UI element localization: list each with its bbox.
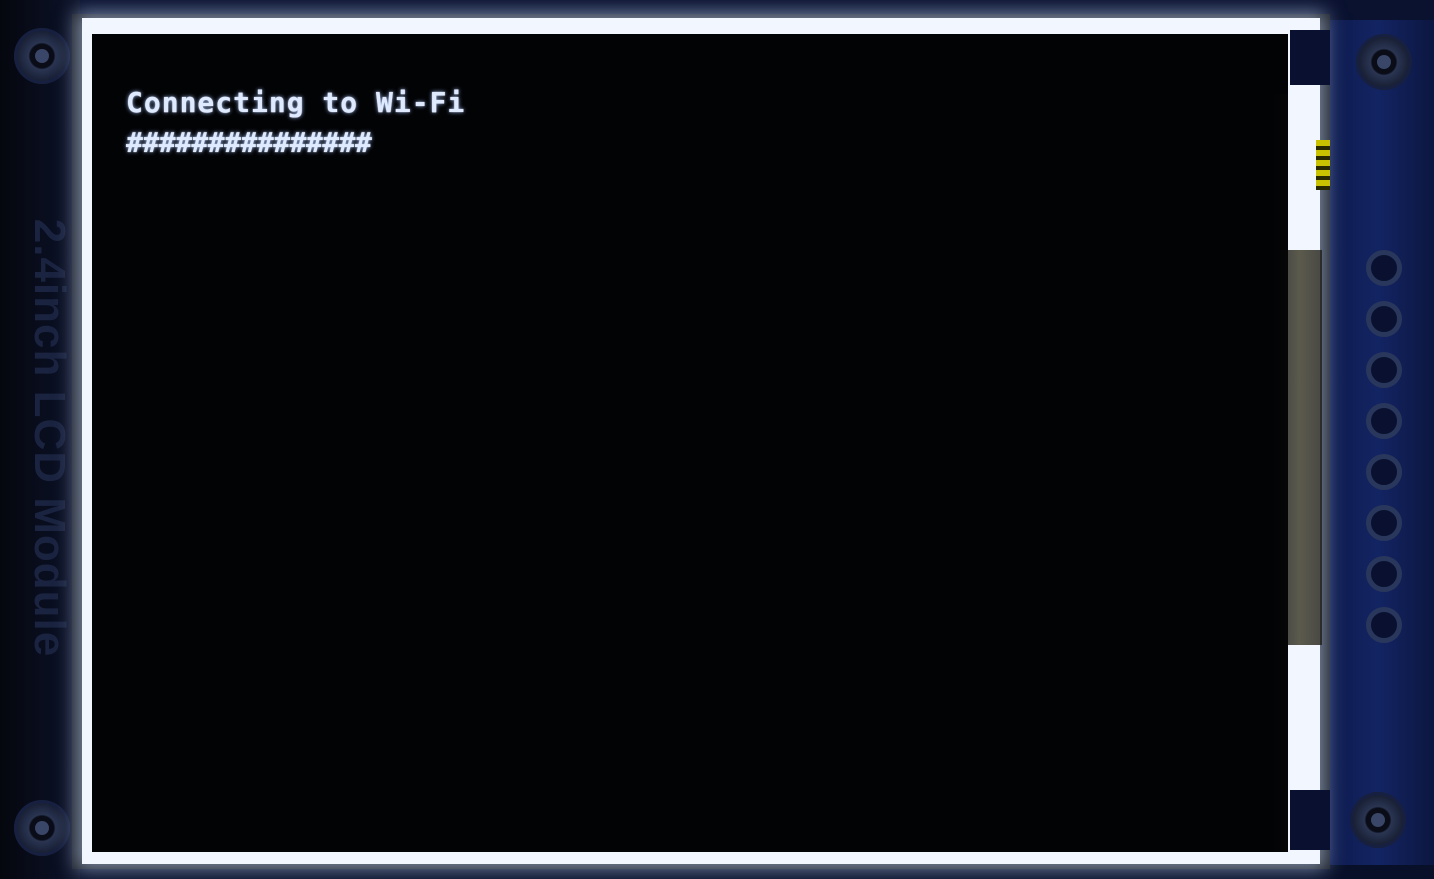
- pin-hole-icon: [1366, 352, 1402, 388]
- module-silkscreen-label: 2.4inch LCD Module: [25, 218, 74, 658]
- mounting-screw-icon: [14, 800, 70, 856]
- pin-hole-icon: [1366, 556, 1402, 592]
- progress-hash-text: ###############: [126, 126, 372, 159]
- pin-hole-icon: [1366, 454, 1402, 490]
- pin-hole-icon: [1366, 250, 1402, 286]
- frame-notch: [1290, 790, 1330, 850]
- pin-hole-icon: [1366, 505, 1402, 541]
- mounting-screw-icon: [14, 28, 70, 84]
- pin-hole-icon: [1366, 403, 1402, 439]
- ribbon-connector: [1316, 140, 1330, 190]
- pin-hole-icon: [1366, 607, 1402, 643]
- wifi-status-text: Connecting to Wi-Fi: [126, 86, 466, 119]
- frame-notch: [1290, 30, 1330, 85]
- mounting-screw-icon: [1350, 792, 1406, 848]
- display-edge-shade: [1272, 94, 1288, 852]
- header-pin-holes: [1364, 250, 1404, 658]
- pin-hole-icon: [1366, 301, 1402, 337]
- mounting-screw-icon: [1356, 34, 1412, 90]
- photo-scene: 2.4inch LCD Module Connecting to Wi-Fi #…: [0, 0, 1434, 879]
- lcd-display: Connecting to Wi-Fi ###############: [92, 34, 1288, 852]
